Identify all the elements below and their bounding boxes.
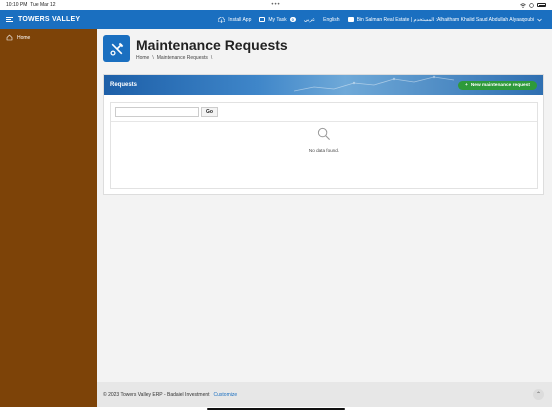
new-maintenance-request-button[interactable]: + New maintenance request bbox=[458, 80, 537, 90]
chevron-down-icon bbox=[537, 18, 542, 21]
region-title: Requests bbox=[110, 82, 138, 88]
sidebar: Home bbox=[0, 29, 97, 407]
sidebar-item-home[interactable]: Home bbox=[0, 29, 97, 46]
top-navigation-bar: TOWERS VALLEY Install App My Task 0 عربي… bbox=[0, 10, 552, 29]
app-logo-text[interactable]: TOWERS VALLEY bbox=[18, 16, 80, 23]
user-card-icon bbox=[347, 17, 354, 22]
hamburger-icon bbox=[5, 17, 13, 22]
english-language-link[interactable]: English bbox=[323, 17, 339, 23]
install-app-label: Install App bbox=[228, 16, 252, 23]
sidebar-item-label: Home bbox=[17, 34, 31, 41]
menu-toggle-button[interactable] bbox=[0, 17, 18, 22]
search-icon bbox=[317, 127, 330, 140]
multitask-dots[interactable]: ••• bbox=[271, 2, 280, 8]
search-input[interactable] bbox=[115, 107, 199, 117]
footer: © 2023 Towers Valley ERP - Badaiel Inves… bbox=[97, 382, 552, 407]
system-indicators bbox=[520, 2, 546, 8]
new-request-label: New maintenance request bbox=[470, 82, 530, 88]
wifi-icon bbox=[520, 2, 526, 8]
cloud-download-icon bbox=[218, 16, 226, 23]
no-data-message: No data found. bbox=[308, 148, 340, 153]
tools-icon bbox=[103, 35, 130, 62]
home-indicator bbox=[0, 407, 552, 414]
scroll-to-top-button[interactable]: ⌃ bbox=[533, 389, 544, 400]
report-area: Go No data found. bbox=[110, 102, 538, 189]
go-button[interactable]: Go bbox=[201, 107, 218, 117]
arabic-language-link[interactable]: عربي bbox=[304, 17, 315, 23]
user-menu[interactable]: Bin Salman Real Estate | المستخدم :Alhai… bbox=[347, 16, 542, 23]
user-info-label: Bin Salman Real Estate | المستخدم :Alhai… bbox=[356, 16, 534, 23]
plus-icon: + bbox=[465, 82, 468, 88]
breadcrumb-home-link[interactable]: Home bbox=[136, 55, 149, 61]
breadcrumb-current: Maintenance Requests bbox=[156, 54, 208, 61]
lock-rotation-icon bbox=[529, 2, 534, 8]
battery-icon bbox=[537, 3, 546, 7]
page-hero: Maintenance Requests Home \ Maintenance … bbox=[103, 35, 288, 62]
ios-status-bar: 10:10 PM Tue Mar 12 ••• bbox=[0, 0, 552, 10]
requests-region: Requests + New maintenance request Go No… bbox=[103, 74, 544, 195]
no-data-state: No data found. bbox=[111, 127, 537, 153]
task-icon bbox=[259, 17, 266, 22]
breadcrumb-separator: \ bbox=[152, 54, 154, 61]
home-icon bbox=[6, 34, 13, 41]
install-app-link[interactable]: Install App bbox=[218, 16, 252, 23]
my-task-label: My Task bbox=[268, 16, 287, 23]
status-time: 10:10 PM Tue Mar 12 bbox=[6, 2, 56, 8]
main-content: Maintenance Requests Home \ Maintenance … bbox=[97, 29, 552, 407]
header-decoration bbox=[294, 75, 454, 92]
breadcrumb-separator: \ bbox=[210, 54, 213, 61]
customize-link[interactable]: Customize bbox=[214, 392, 238, 398]
footer-copyright: © 2023 Towers Valley ERP - Badaiel Inves… bbox=[103, 391, 210, 398]
my-task-link[interactable]: My Task 0 bbox=[259, 16, 296, 23]
chevron-up-icon: ⌃ bbox=[535, 392, 542, 398]
top-nav-links: Install App My Task 0 عربي English Bin S… bbox=[218, 16, 552, 23]
region-header: Requests + New maintenance request bbox=[104, 75, 543, 95]
task-count-badge: 0 bbox=[289, 17, 296, 22]
breadcrumb: Home \ Maintenance Requests \ bbox=[136, 55, 288, 61]
report-toolbar: Go bbox=[111, 103, 537, 122]
page-title: Maintenance Requests bbox=[136, 36, 288, 53]
